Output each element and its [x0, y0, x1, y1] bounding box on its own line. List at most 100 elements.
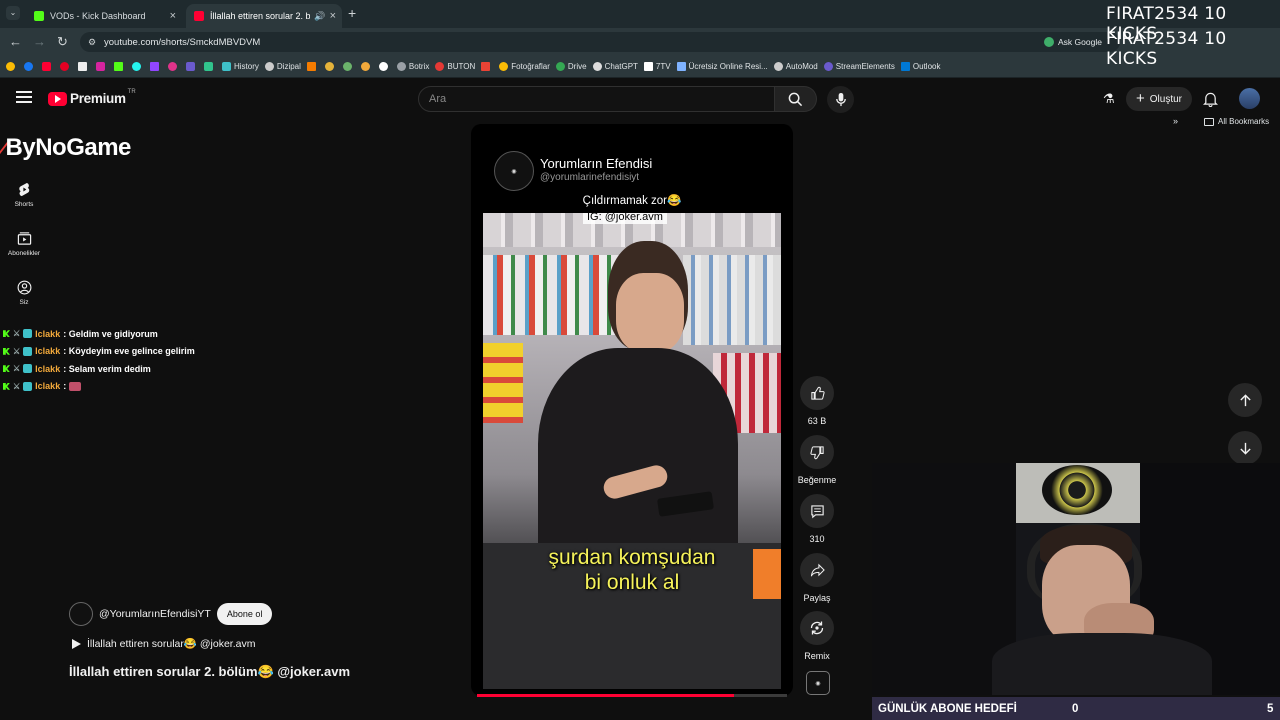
history-icon [222, 62, 231, 71]
7tv-icon [643, 62, 653, 71]
url-bar[interactable]: ⚙ youtube.com/shorts/SmckdMBVDVM [80, 32, 1120, 52]
sound-label: İllallah ettiren sorular😂 @joker.avm [87, 638, 256, 650]
bookmark-youtube[interactable] [42, 62, 54, 71]
youtube-logo[interactable]: Premium TR [48, 89, 136, 106]
goal-target: 5 [1267, 702, 1274, 715]
like-button[interactable]: 63 B [797, 376, 837, 426]
close-icon[interactable]: × [170, 10, 176, 22]
bookmark-x[interactable] [78, 62, 90, 71]
bookmark-label: BUTON [447, 62, 476, 71]
ask-google-button[interactable]: Ask Google [1044, 35, 1102, 49]
notifications-bell-icon[interactable] [1203, 91, 1218, 107]
subscribe-button[interactable]: Abone ol [216, 603, 273, 625]
bookmark-tiktok[interactable] [132, 62, 144, 71]
chat-username[interactable]: lclakk [35, 346, 60, 356]
bookmark-label: StreamElements [835, 62, 895, 71]
gmail-icon [481, 62, 491, 71]
kick-badge-icon [3, 365, 10, 373]
channel-name[interactable]: @YorumlarınEfendisiYT [99, 608, 211, 620]
channel-avatar[interactable] [69, 602, 93, 626]
rail-item-shorts[interactable]: Shorts [4, 182, 44, 208]
speaker-icon[interactable]: 🔊 [314, 11, 325, 22]
chat-message: ⚔ lclakk: Selam verim dedim [0, 360, 356, 378]
site-info-icon[interactable]: ⚙ [88, 37, 96, 48]
bookmark-streamelements[interactable]: StreamElements [823, 62, 895, 71]
bookmark-history[interactable]: History [222, 62, 259, 71]
tab-kick-dashboard[interactable]: VODs - Kick Dashboard × [26, 4, 182, 28]
menu-icon[interactable] [16, 91, 32, 103]
bookmark-automod[interactable]: AutoMod [773, 62, 818, 71]
new-tab-button[interactable]: + [348, 5, 356, 21]
bookmark-botrix[interactable]: Botrix [396, 62, 430, 71]
premium-lab-icon[interactable]: ⚗ [1103, 91, 1115, 107]
bookmark-k[interactable] [306, 62, 319, 71]
video-progress-bar[interactable] [477, 694, 787, 697]
search-input[interactable]: Ara [418, 86, 775, 112]
sub-badge-icon [23, 364, 33, 374]
avatar[interactable] [1239, 88, 1260, 109]
bookmark-dizipal[interactable]: Dizipal [264, 62, 301, 71]
shelf-products [483, 343, 523, 423]
share-button[interactable]: Paylaş [797, 553, 837, 603]
dartboard [1042, 465, 1112, 515]
fox-icon [324, 62, 334, 71]
tab-search-button[interactable]: ⌄ [6, 6, 20, 20]
create-button[interactable]: + Oluştur [1126, 87, 1192, 111]
youtube-logo-icon [48, 91, 67, 106]
close-icon[interactable]: × [330, 10, 336, 22]
bookmark-pinterest[interactable] [60, 62, 72, 71]
subscriptions-icon [17, 232, 31, 245]
all-bookmarks-button[interactable]: All Bookmarks [1204, 117, 1269, 126]
create-label: Oluştur [1149, 93, 1182, 105]
reload-icon[interactable]: ↻ [57, 34, 68, 50]
voice-search-button[interactable] [827, 86, 854, 113]
sound-row[interactable]: İllallah ettiren sorular😂 @joker.avm [72, 637, 255, 650]
rail-item-you[interactable]: Siz [4, 280, 44, 306]
thumbs-up-icon [810, 386, 825, 400]
youtube-icon [42, 62, 51, 71]
bookmark-circle[interactable] [378, 62, 391, 71]
chat-message: ⚔ lclakk: Köydeyim eve gelince gelirim [0, 343, 356, 361]
bookmark-tree[interactable] [342, 62, 355, 71]
bookmark-label: Botrix [408, 62, 430, 71]
previous-short-button[interactable] [1228, 383, 1262, 417]
bookmark-label: AutoMod [785, 62, 818, 71]
bookmark-kick[interactable] [114, 62, 126, 71]
sound-thumbnail[interactable]: ◉ [806, 671, 830, 695]
bookmark-bear[interactable] [360, 62, 373, 71]
bookmark-gmail[interactable] [481, 62, 493, 71]
bookmark-resim[interactable]: Ücretsiz Online Resi... [676, 62, 768, 71]
bookmark-streamlabs[interactable] [186, 62, 198, 71]
search-button[interactable] [775, 86, 817, 112]
bookmark-chat[interactable] [204, 62, 216, 71]
rail-item-subscriptions[interactable]: Abonelikler [4, 231, 44, 257]
bookmark-instagram[interactable] [96, 62, 108, 71]
bookmark-facebook[interactable] [24, 62, 36, 71]
bookmark-outlook[interactable]: Outlook [900, 62, 941, 71]
dislike-button[interactable]: Beğenme [797, 435, 837, 485]
bookmark-label: Outlook [912, 62, 941, 71]
bookmark-drive[interactable]: Drive [555, 62, 587, 71]
back-icon[interactable]: ← [9, 34, 22, 49]
bookmark-buton[interactable]: BUTON [435, 62, 475, 71]
bookmark-fotograflar[interactable]: Fotoğraflar [499, 62, 550, 71]
bookmark-fox[interactable] [324, 62, 337, 71]
bookmark-7tv[interactable]: 7TV [643, 62, 671, 71]
bookmark-plugin[interactable] [168, 62, 180, 71]
kick-badge-icon [3, 382, 10, 390]
remix-button[interactable]: Remix [797, 611, 837, 661]
forward-icon[interactable]: → [33, 34, 46, 49]
short-title[interactable]: İllallah ettiren sorular 2. bölüm😂 @joke… [69, 664, 350, 680]
bookmark-twitch[interactable] [150, 62, 162, 71]
chat-username[interactable]: lclakk [35, 329, 60, 339]
video-frame[interactable]: IG: @joker.avm şurdan komşudan bi onluk … [483, 213, 781, 689]
comments-button[interactable]: 310 [797, 494, 837, 544]
video-caption: Çıldırmamak zor😂 [582, 195, 682, 207]
chat-username[interactable]: lclakk [35, 381, 60, 391]
search-placeholder: Ara [429, 93, 447, 105]
bookmark-google[interactable] [6, 62, 18, 71]
bookmark-chatgpt[interactable]: ChatGPT [592, 62, 638, 71]
chat-username[interactable]: lclakk [35, 364, 60, 374]
next-short-button[interactable] [1228, 431, 1262, 465]
tab-youtube-short[interactable]: İllallah ettiren sorular 2. bölü 🔊 × [186, 4, 342, 28]
